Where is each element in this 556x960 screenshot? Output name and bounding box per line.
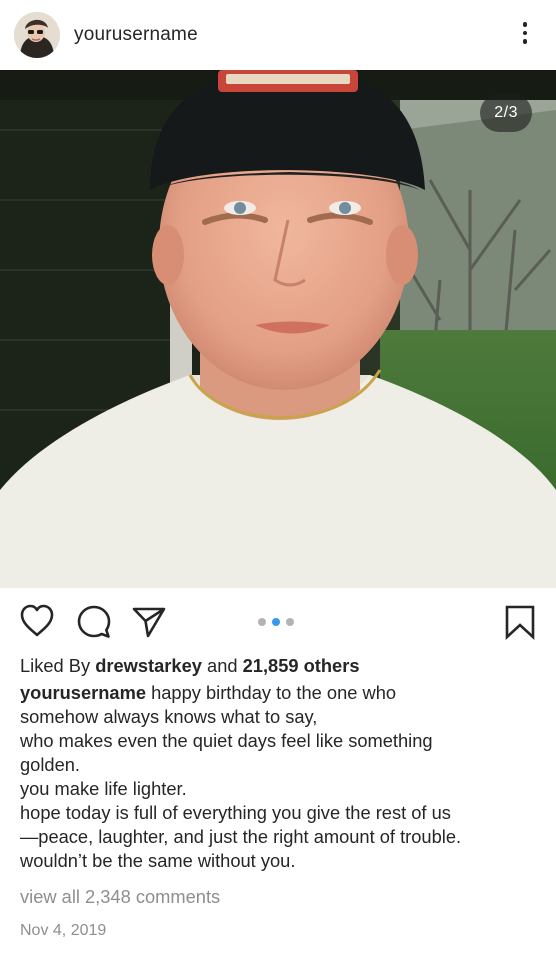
more-dot xyxy=(522,22,528,27)
caption-username[interactable]: yourusername xyxy=(20,682,146,703)
caption-text: hope today is full of everything you giv… xyxy=(20,802,451,823)
caption: yourusername happy birthday to the one w… xyxy=(20,681,540,873)
share-icon[interactable] xyxy=(131,605,167,639)
carousel-dot xyxy=(258,618,266,626)
likes-others[interactable]: 21,859 others xyxy=(243,655,360,676)
carousel-dot xyxy=(286,618,294,626)
caption-text: golden. xyxy=(20,754,80,775)
bookmark-icon[interactable] xyxy=(504,604,536,640)
more-dot xyxy=(522,39,528,44)
caption-text: wouldn’t be the same without you. xyxy=(20,850,296,871)
header-username[interactable]: yourusername xyxy=(74,24,198,46)
caption-text: —peace, laughter, and just the right amo… xyxy=(20,826,462,847)
carousel-dot-active xyxy=(272,618,280,626)
likes-summary: Liked By drewstarkey and 21,859 others xyxy=(20,654,540,678)
photo-counter-badge: 2/3 xyxy=(480,94,532,132)
caption-text: who makes even the quiet days feel like … xyxy=(20,730,433,751)
caption-text: happy birthday to the one who xyxy=(151,682,397,703)
view-all-comments-link[interactable]: view all 2,348 comments xyxy=(20,885,540,909)
liked-by-user[interactable]: drewstarkey xyxy=(95,655,202,676)
more-vertical-icon[interactable] xyxy=(516,17,534,49)
post-date: Nov 4, 2019 xyxy=(20,922,107,939)
post-details: Liked By drewstarkey and 21,859 others y… xyxy=(20,654,540,943)
post-photo[interactable]: 2/3 xyxy=(0,70,556,588)
action-bar xyxy=(0,588,556,656)
carousel-indicator xyxy=(258,618,294,626)
more-dot xyxy=(522,30,528,36)
likes-prefix: Liked By xyxy=(20,655,91,676)
heart-icon[interactable] xyxy=(19,604,55,638)
comment-icon[interactable] xyxy=(76,604,112,640)
post-header: yourusername xyxy=(0,0,556,70)
caption-line: yourusername happy birthday to the one w… xyxy=(20,681,540,705)
likes-middle: and xyxy=(207,655,238,676)
caption-text: you make life lighter. xyxy=(20,778,187,799)
avatar[interactable] xyxy=(14,12,60,58)
caption-text: somehow always knows what to say, xyxy=(20,706,318,727)
